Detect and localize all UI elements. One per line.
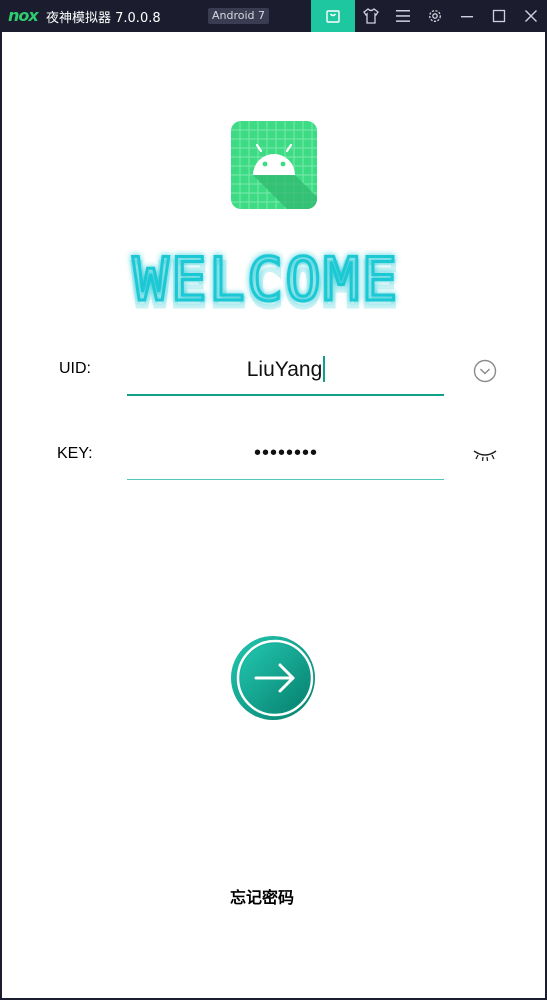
uid-input-underline bbox=[127, 394, 444, 396]
window-title: 夜神模拟器 7.0.0.8 bbox=[46, 11, 161, 26]
skin-button[interactable] bbox=[355, 0, 387, 32]
shirt-icon bbox=[363, 8, 379, 24]
uid-input-value: LiuYang bbox=[246, 358, 323, 381]
maximize-button[interactable] bbox=[483, 0, 515, 32]
login-button[interactable] bbox=[230, 635, 316, 721]
nox-logo: nox bbox=[8, 6, 39, 25]
eye-closed-icon[interactable] bbox=[472, 447, 498, 463]
text-caret bbox=[323, 356, 326, 382]
gear-icon bbox=[429, 10, 441, 22]
uid-label: UID: bbox=[59, 360, 91, 377]
emulator-title-bar: nox 夜神模拟器 7.0.0.8 Android 7 bbox=[0, 0, 547, 32]
minimize-icon bbox=[461, 16, 473, 18]
android-version-badge: Android 7 bbox=[208, 8, 270, 24]
menu-icon bbox=[396, 10, 410, 22]
uid-input[interactable]: LiuYang bbox=[128, 356, 444, 382]
key-label: KEY: bbox=[57, 445, 93, 462]
store-bag-icon bbox=[326, 10, 340, 23]
key-input-underline bbox=[127, 479, 444, 480]
store-bag-button[interactable] bbox=[311, 0, 355, 32]
menu-button[interactable] bbox=[387, 0, 419, 32]
window-border-left bbox=[0, 32, 2, 1000]
android-app-icon bbox=[231, 121, 317, 209]
welcome-heading: WELCOME WELCOME bbox=[130, 248, 400, 318]
forgot-password-link[interactable]: 忘记密码 bbox=[200, 884, 324, 908]
close-icon bbox=[525, 10, 537, 22]
maximize-icon bbox=[492, 9, 506, 23]
welcome-text: WELCOME bbox=[133, 248, 400, 315]
chevron-down-icon[interactable] bbox=[473, 359, 497, 383]
key-input[interactable]: •••••••• bbox=[128, 442, 444, 465]
close-button[interactable] bbox=[515, 0, 547, 32]
minimize-button[interactable] bbox=[451, 0, 483, 32]
settings-button[interactable] bbox=[419, 0, 451, 32]
